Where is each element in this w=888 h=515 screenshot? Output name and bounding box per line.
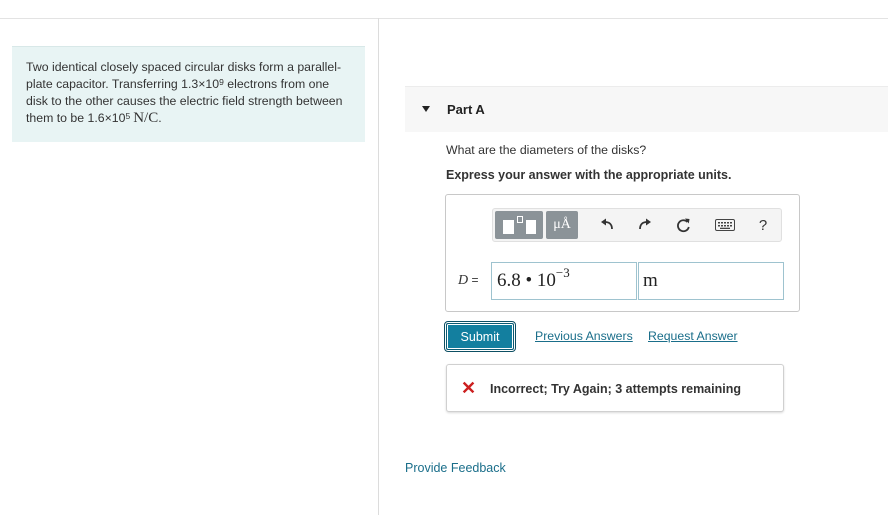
answer-value-input[interactable]: 6.8 • 10−3	[491, 262, 637, 300]
problem-exponent-1: 9	[219, 77, 224, 87]
redo-icon[interactable]	[634, 214, 656, 236]
answer-panel: μÅ ? D = 6.8 • 10−3 m	[445, 194, 800, 312]
units-icon[interactable]: μÅ	[546, 211, 578, 239]
keyboard-icon[interactable]	[713, 214, 737, 236]
part-title: Part A	[447, 102, 485, 117]
part-a-header[interactable]: Part A	[405, 86, 888, 132]
previous-answers-link[interactable]: Previous Answers	[535, 329, 633, 343]
feedback-message: ✕ Incorrect; Try Again; 3 attempts remai…	[446, 364, 784, 412]
request-answer-link[interactable]: Request Answer	[648, 329, 738, 343]
templates-icon[interactable]	[495, 211, 543, 239]
problem-unit: N/C	[133, 110, 159, 126]
caret-down-icon[interactable]	[422, 106, 430, 112]
problem-statement: Two identical closely spaced circular di…	[12, 46, 365, 142]
provide-feedback-link[interactable]: Provide Feedback	[405, 461, 506, 475]
equation-label: D =	[458, 273, 478, 289]
incorrect-x-icon: ✕	[461, 378, 477, 398]
value-mantissa: 6.8 • 10	[497, 270, 556, 291]
reset-icon[interactable]	[672, 214, 694, 236]
column-divider	[378, 18, 379, 515]
problem-exponent-2: 5	[125, 111, 131, 121]
answer-unit-input[interactable]: m	[638, 262, 784, 300]
equals-sign: =	[468, 273, 479, 287]
math-toolbar: μÅ ?	[492, 208, 782, 242]
top-divider	[0, 18, 888, 19]
help-icon[interactable]: ?	[752, 214, 774, 236]
instruction-text: Express your answer with the appropriate…	[446, 168, 732, 182]
submit-button[interactable]: Submit	[444, 321, 516, 352]
feedback-status: Incorrect; Try Again; 3 attempts remaini…	[490, 382, 741, 396]
problem-end: .	[158, 111, 162, 125]
answer-variable: D	[458, 273, 469, 288]
undo-icon[interactable]	[596, 214, 618, 236]
value-exponent: −3	[555, 265, 570, 280]
question-text: What are the diameters of the disks?	[446, 143, 647, 157]
